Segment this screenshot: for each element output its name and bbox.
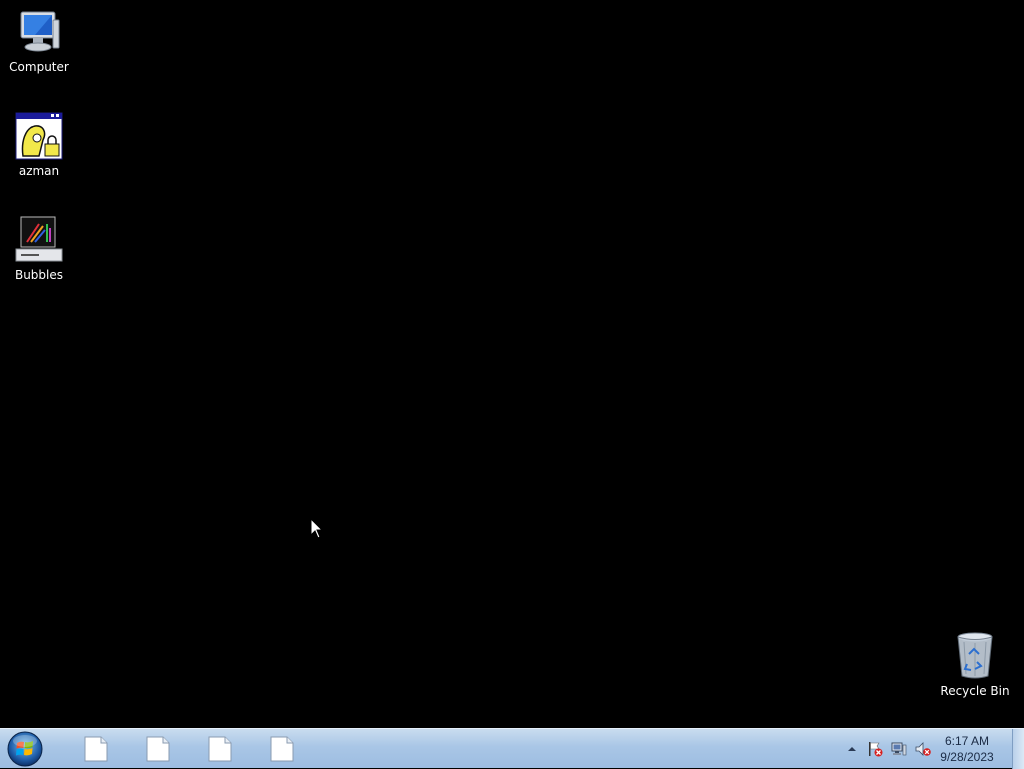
taskbar-button[interactable]: [130, 733, 188, 765]
show-desktop-button[interactable]: [1012, 729, 1024, 769]
blank-document-icon: [146, 736, 170, 762]
desktop[interactable]: Computer azman Bubbles Recycle Bin: [0, 0, 1024, 728]
taskbar-button[interactable]: [254, 733, 312, 765]
recycle-bin-icon: [957, 632, 993, 679]
blank-document-icon: [84, 736, 108, 762]
taskbar-button[interactable]: [192, 733, 250, 765]
desktop-icon-azman[interactable]: azman: [1, 112, 77, 178]
show-hidden-icons-arrow-icon[interactable]: [847, 744, 857, 754]
system-tray: 6:17 AM 9/28/2023: [839, 729, 1024, 769]
action-center-flag-icon[interactable]: [867, 741, 883, 757]
clock-time: 6:17 AM: [944, 734, 990, 748]
desktop-icon-recycle-bin[interactable]: Recycle Bin: [937, 632, 1013, 698]
desktop-icon-label: Computer: [9, 60, 69, 74]
desktop-icon-computer[interactable]: Computer: [1, 8, 77, 74]
clock[interactable]: 6:17 AM 9/28/2023: [935, 733, 999, 765]
bubbles-screensaver-icon: [15, 216, 63, 262]
desktop-icon-label: Bubbles: [14, 268, 64, 282]
desktop-icon-label: azman: [18, 164, 60, 178]
taskbar-button[interactable]: [68, 733, 126, 765]
mouse-cursor-icon: [310, 518, 324, 539]
network-error-icon[interactable]: [891, 741, 907, 757]
blank-document-icon: [208, 736, 232, 762]
azman-icon: [15, 112, 63, 160]
start-button[interactable]: [6, 730, 44, 768]
volume-muted-icon[interactable]: [915, 741, 931, 757]
computer-icon: [20, 11, 60, 52]
blank-document-icon: [270, 736, 294, 762]
desktop-icon-label: Recycle Bin: [940, 684, 1010, 698]
desktop-icon-bubbles[interactable]: Bubbles: [1, 216, 77, 282]
clock-date: 9/28/2023: [940, 750, 994, 764]
taskbar: 6:17 AM 9/28/2023: [0, 728, 1024, 769]
